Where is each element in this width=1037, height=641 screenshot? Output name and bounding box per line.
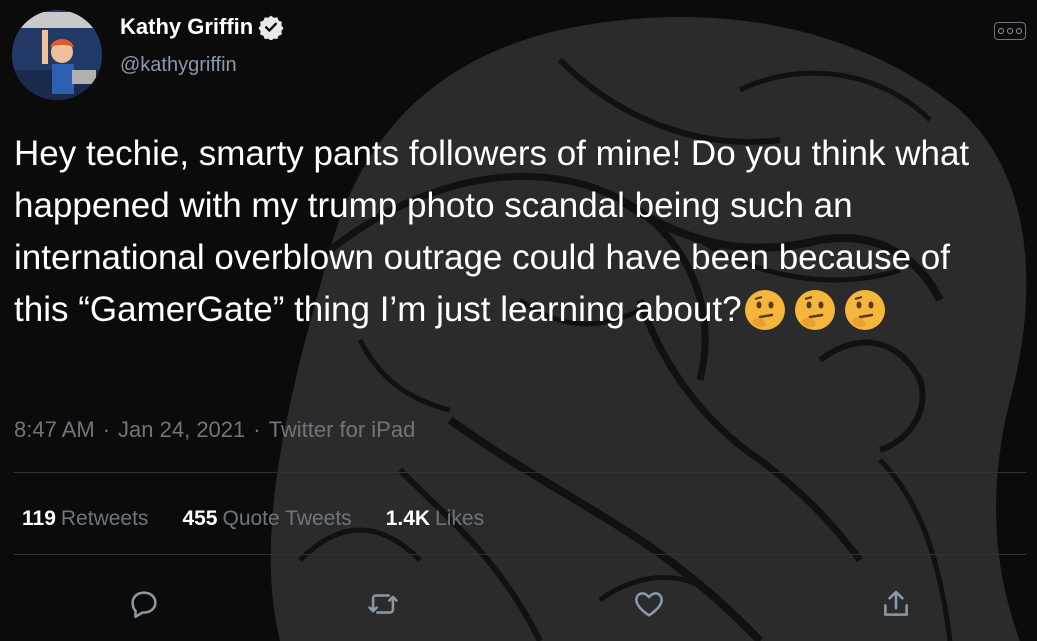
retweets-count: 119 [22, 507, 56, 530]
like-icon [635, 592, 663, 617]
avatar[interactable] [12, 10, 102, 100]
likes-count: 1.4K [385, 507, 431, 530]
retweet-icon [368, 594, 398, 614]
thinking-face-emoji [792, 287, 838, 333]
verified-badge-icon [258, 14, 284, 41]
likes-label: Likes [435, 507, 485, 530]
likes-stat[interactable]: 1.4K Likes [386, 507, 484, 531]
meta-separator: · [102, 417, 111, 442]
author-name-row[interactable]: Kathy Griffin [120, 14, 284, 41]
quote-tweets-stat[interactable]: 455 Quote Tweets [182, 507, 351, 531]
retweet-button[interactable] [361, 582, 405, 626]
tweet-card: Kathy Griffin @kathygriffin Hey techie, … [0, 0, 1037, 641]
author-display-name[interactable]: Kathy Griffin [120, 14, 253, 40]
divider [14, 554, 1026, 555]
tweet-meta: 8:47 AM · Jan 24, 2021 · Twitter for iPa… [14, 417, 415, 443]
tweet-time[interactable]: 8:47 AM [14, 417, 95, 443]
meta-separator: · [253, 417, 261, 442]
reply-button[interactable] [122, 582, 166, 626]
tweet-actions [0, 582, 1037, 630]
author-handle[interactable]: @kathygriffin [120, 54, 237, 77]
more-options-icon[interactable] [994, 22, 1026, 40]
share-button[interactable] [874, 582, 918, 626]
thinking-face-emoji [842, 287, 888, 333]
thinking-face-emoji [742, 287, 788, 333]
divider [14, 472, 1026, 473]
engagement-stats: 119 Retweets 455 Quote Tweets 1.4K Likes [22, 507, 484, 531]
tweet-text: Hey techie, smarty pants followers of mi… [14, 128, 1014, 336]
quote-tweets-label: Quote Tweets [222, 507, 352, 530]
retweets-stat[interactable]: 119 Retweets [22, 507, 148, 531]
reply-icon [131, 591, 157, 619]
quote-tweets-count: 455 [182, 507, 218, 530]
tweet-source[interactable]: Twitter for iPad [269, 417, 416, 443]
like-button[interactable] [627, 582, 671, 626]
share-icon [884, 590, 908, 616]
avatar-image [12, 10, 102, 100]
retweets-label: Retweets [60, 507, 149, 530]
tweet-date[interactable]: Jan 24, 2021 [118, 417, 245, 443]
